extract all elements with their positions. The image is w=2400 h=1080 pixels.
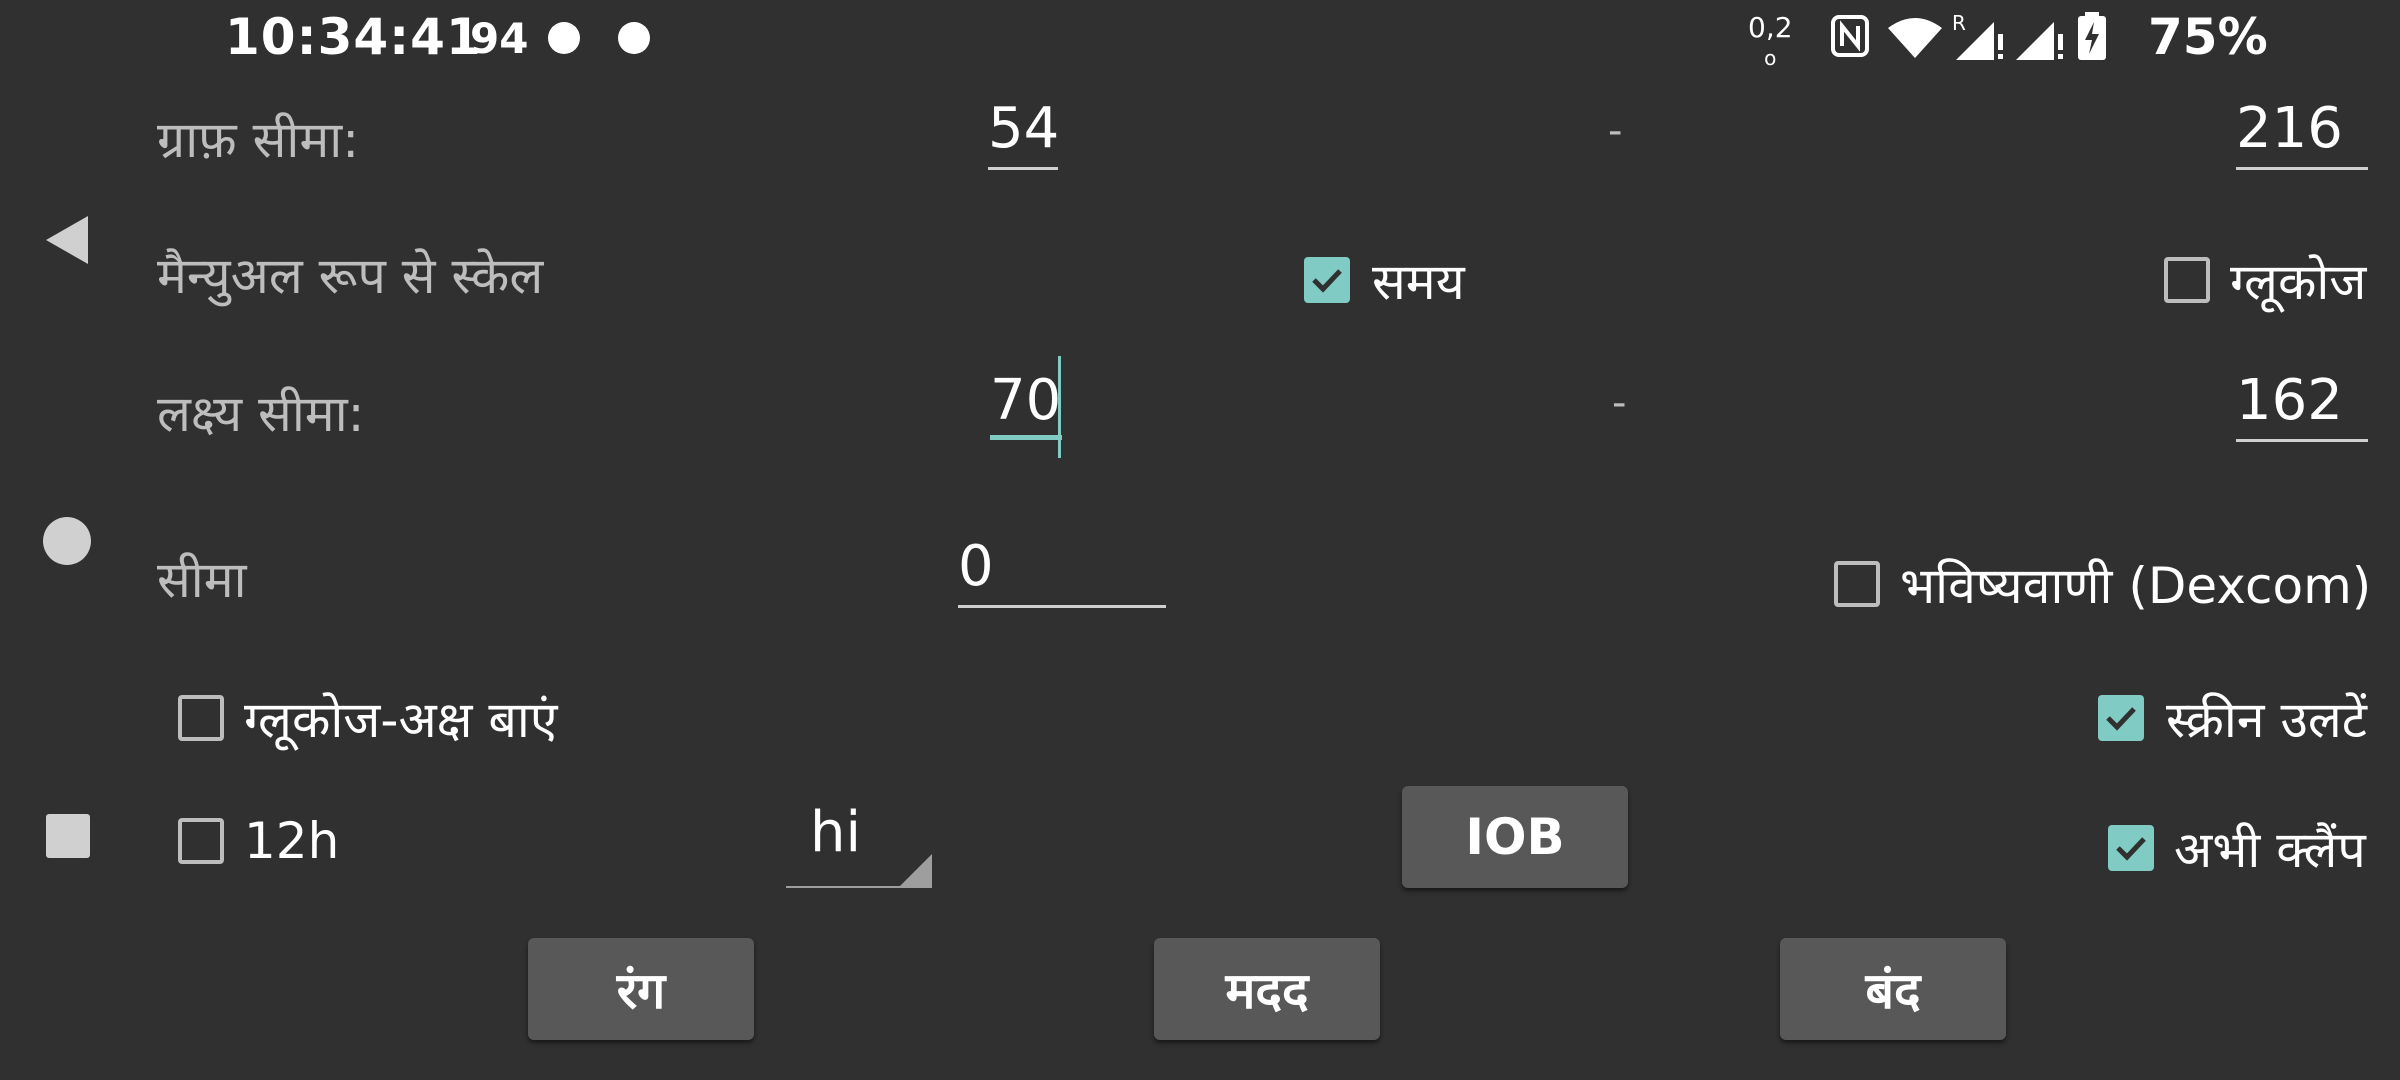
language-select-value: hi — [810, 800, 862, 865]
network-speed-value: 0,2 — [1748, 11, 1793, 44]
twelve-hour-checkbox-box[interactable] — [178, 818, 224, 864]
status-notification-count: 94 — [470, 14, 529, 63]
wear-icon — [618, 22, 650, 54]
now-clamp-label: अभी क्लैंप — [2174, 821, 2366, 879]
signal-icon — [2016, 22, 2063, 60]
language-select[interactable]: hi — [786, 800, 932, 888]
recents-nav-icon[interactable] — [46, 814, 90, 858]
now-clamp-checkbox-box[interactable] — [2108, 825, 2154, 871]
color-button[interactable]: रंग — [528, 938, 754, 1040]
battery-percent: 75% — [2148, 8, 2268, 66]
check-icon — [2106, 707, 2136, 731]
time-checkbox[interactable]: समय — [1304, 246, 1465, 314]
check-icon — [2116, 837, 2146, 861]
graph-range-max-input[interactable]: 216 — [2236, 96, 2368, 170]
twelve-hour-label: 12h — [244, 812, 340, 870]
limit-label: सीमा — [157, 551, 247, 609]
svg-text:R: R — [1952, 11, 1966, 35]
glucose-axis-left-checkbox-box[interactable] — [178, 695, 224, 741]
time-checkbox-label: समय — [1372, 253, 1465, 311]
target-range-min-input[interactable]: 70 — [990, 368, 1062, 440]
target-range-max-value: 162 — [2236, 368, 2343, 433]
flip-screen-checkbox-box[interactable] — [2098, 695, 2144, 741]
target-range-separator: - — [1612, 380, 1627, 426]
check-icon — [1312, 269, 1342, 293]
glucose-checkbox-box[interactable] — [2164, 257, 2210, 303]
limit-underline — [958, 605, 1166, 608]
manual-scale-label: मैन्युअल रूप से स्केल — [157, 247, 544, 305]
wifi-icon — [1888, 18, 1942, 58]
target-range-min-underline — [990, 435, 1062, 440]
target-range-max-input[interactable]: 162 — [2236, 368, 2368, 442]
graph-range-min-value: 54 — [988, 96, 1060, 161]
target-range-max-underline — [2236, 439, 2368, 442]
glucose-checkbox-label: ग्लूकोज — [2230, 253, 2367, 311]
prediction-checkbox-box[interactable] — [1834, 561, 1880, 607]
prediction-checkbox-label: भविष्यवाणी (Dexcom) — [1900, 557, 2372, 615]
close-button[interactable]: बंद — [1780, 938, 2006, 1040]
graph-range-min-input[interactable]: 54 — [988, 96, 1060, 170]
flip-screen-checkbox[interactable]: स्क्रीन उलटें — [2098, 684, 2367, 752]
nfc-icon — [1831, 15, 1869, 57]
network-speed: 0,2 o — [1748, 11, 1793, 71]
status-dot-icon — [548, 22, 580, 54]
text-cursor — [1058, 356, 1061, 458]
graph-range-max-value: 216 — [2236, 96, 2343, 161]
signal-roaming-icon: R — [1952, 11, 2003, 60]
graph-range-min-underline — [988, 167, 1058, 170]
back-nav-icon[interactable] — [42, 212, 92, 268]
twelve-hour-checkbox[interactable]: 12h — [178, 812, 339, 870]
graph-range-label: ग्राफ़ सीमा: — [157, 111, 360, 169]
iob-button[interactable]: IOB — [1402, 786, 1628, 888]
glucose-checkbox[interactable]: ग्लूकोज — [2164, 246, 2366, 314]
limit-input[interactable]: 0 — [958, 534, 1166, 608]
glucose-axis-left-checkbox[interactable]: ग्लूकोज-अक्ष बाएं — [178, 684, 558, 752]
now-clamp-checkbox[interactable]: अभी क्लैंप — [2108, 814, 2366, 882]
prediction-checkbox[interactable]: भविष्यवाणी (Dexcom) — [1834, 550, 2371, 618]
dropdown-triangle-icon — [898, 854, 932, 888]
flip-screen-label: स्क्रीन उलटें — [2166, 691, 2367, 749]
home-nav-icon[interactable] — [42, 516, 92, 566]
help-button[interactable]: मदद — [1154, 938, 1380, 1040]
limit-value: 0 — [958, 534, 994, 599]
target-range-label: लक्ष्य सीमा: — [157, 385, 365, 443]
status-time: 10:34:41 — [225, 8, 482, 66]
glucose-axis-left-label: ग्लूकोज-अक्ष बाएं — [244, 691, 558, 749]
target-range-min-value: 70 — [990, 368, 1062, 433]
graph-range-max-underline — [2236, 167, 2368, 170]
battery-icon — [2078, 12, 2106, 60]
graph-range-separator: - — [1608, 108, 1623, 154]
time-checkbox-box[interactable] — [1304, 257, 1350, 303]
